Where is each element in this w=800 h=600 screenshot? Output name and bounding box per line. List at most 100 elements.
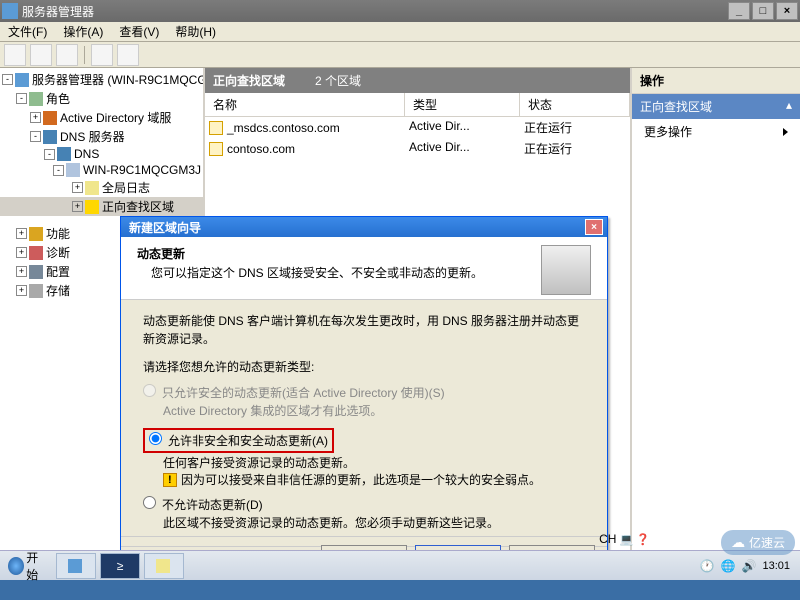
zone-icon: [209, 142, 223, 156]
toolbar-up-icon[interactable]: [56, 44, 78, 66]
dialog-titlebar: 新建区域向导 ×: [121, 217, 607, 237]
folder-icon: [85, 200, 99, 214]
option-secure-only: 只允许安全的动态更新(适合 Active Directory 使用)(S): [143, 384, 585, 401]
tree-dns[interactable]: -DNS: [0, 146, 203, 162]
dialog-subtitle: 动态更新: [137, 247, 185, 261]
list-item[interactable]: _msdcs.contoso.com Active Dir... 正在运行: [205, 117, 630, 138]
chevron-right-icon: [783, 128, 788, 136]
list-header: 正向查找区域 2 个区域: [205, 68, 630, 93]
toolbar-forward-icon[interactable]: [30, 44, 52, 66]
start-button[interactable]: 开始: [4, 553, 52, 579]
expand-icon[interactable]: +: [16, 228, 27, 239]
tree-root[interactable]: -服务器管理器 (WIN-R9C1MQCGM3: [0, 70, 203, 89]
dialog-body: 动态更新能使 DNS 客户端计算机在每次发生更改时，用 DNS 服务器注册并动态…: [121, 300, 607, 540]
tree-host[interactable]: -WIN-R9C1MQCGM3J: [0, 162, 203, 178]
toolbar-refresh-icon[interactable]: [91, 44, 113, 66]
col-type[interactable]: 类型: [405, 93, 520, 116]
menu-help[interactable]: 帮助(H): [167, 23, 224, 40]
windows-orb-icon: [8, 557, 24, 575]
dialog-subdesc: 您可以指定这个 DNS 区域接受安全、不安全或非动态的更新。: [137, 264, 541, 281]
server-manager-icon: [68, 559, 82, 573]
dns-icon: [57, 147, 71, 161]
expand-icon[interactable]: +: [16, 285, 27, 296]
expand-icon[interactable]: +: [16, 266, 27, 277]
tray-network-icon[interactable]: 🌐: [721, 559, 736, 573]
option-nonsecure-desc2: 因为可以接受来自非信任源的更新，此选项是一个较大的安全弱点。: [143, 472, 585, 489]
tray-icon[interactable]: 🕐: [700, 559, 715, 573]
watermark: ☁ 亿速云: [721, 530, 795, 555]
dialog-close-button[interactable]: ×: [585, 219, 603, 235]
option-no-dynamic: 不允许动态更新(D): [143, 496, 585, 513]
tree-dns-server[interactable]: -DNS 服务器: [0, 127, 203, 146]
server-image-icon: [541, 245, 591, 295]
dialog-intro: 动态更新能使 DNS 客户端计算机在每次发生更改时，用 DNS 服务器注册并动态…: [143, 312, 585, 348]
toolbar: [0, 42, 800, 68]
system-tray: 🕐 🌐 🔊 13:01: [700, 559, 796, 573]
actions-more[interactable]: 更多操作: [632, 119, 800, 144]
radio-secure-only: [143, 384, 156, 397]
zone-icon: [209, 121, 223, 135]
option-secure-desc: Active Directory 集成的区域才有此选项。: [143, 403, 585, 420]
expand-icon[interactable]: +: [16, 247, 27, 258]
radio-nonsecure[interactable]: [149, 432, 162, 445]
storage-icon: [29, 284, 43, 298]
toolbar-help-icon[interactable]: [117, 44, 139, 66]
col-status[interactable]: 状态: [520, 93, 630, 116]
tray-clock[interactable]: 13:01: [762, 560, 790, 572]
actions-panel: 操作 正向查找区域▴ 更多操作: [630, 68, 800, 580]
collapse-icon[interactable]: -: [16, 93, 27, 104]
chevron-up-icon[interactable]: ▴: [786, 98, 792, 115]
warning-icon: [163, 473, 177, 487]
diag-icon: [29, 246, 43, 260]
menubar: 文件(F) 操作(A) 查看(V) 帮助(H): [0, 22, 800, 42]
actions-header: 操作: [632, 68, 800, 94]
language-badge[interactable]: CH 💻 ❓: [599, 532, 650, 546]
tree-roles[interactable]: -角色: [0, 89, 203, 108]
list-item[interactable]: contoso.com Active Dir... 正在运行: [205, 138, 630, 159]
titlebar: 服务器管理器 _ □ ×: [0, 0, 800, 22]
option-nonsecure-desc1: 任何客户接受资源记录的动态更新。: [143, 455, 585, 472]
radio-no-dynamic[interactable]: [143, 496, 156, 509]
menu-view[interactable]: 查看(V): [111, 23, 167, 40]
collapse-icon[interactable]: -: [30, 131, 41, 142]
task-powershell[interactable]: ≥: [100, 553, 140, 579]
expand-icon[interactable]: +: [30, 112, 41, 123]
tree-ad[interactable]: +Active Directory 域服: [0, 108, 203, 127]
dialog-title: 新建区域向导: [125, 219, 585, 236]
collapse-icon[interactable]: -: [44, 149, 55, 160]
minimize-button[interactable]: _: [728, 2, 750, 20]
expand-icon[interactable]: +: [72, 182, 83, 193]
dialog-subheader: 动态更新 您可以指定这个 DNS 区域接受安全、不安全或非动态的更新。: [121, 237, 607, 300]
task-explorer[interactable]: [144, 553, 184, 579]
explorer-icon: [156, 559, 170, 573]
wizard-dialog: 新建区域向导 × 动态更新 您可以指定这个 DNS 区域接受安全、不安全或非动态…: [120, 216, 608, 576]
list-count: 2 个区域: [315, 72, 361, 89]
collapse-icon[interactable]: -: [2, 74, 13, 85]
menu-file[interactable]: 文件(F): [0, 23, 55, 40]
maximize-button[interactable]: □: [752, 2, 774, 20]
list-title: 正向查找区域: [213, 72, 285, 89]
col-name[interactable]: 名称: [205, 93, 405, 116]
window-title: 服务器管理器: [22, 3, 726, 20]
roles-icon: [29, 92, 43, 106]
actions-section: 正向查找区域▴: [632, 94, 800, 119]
server-icon: [15, 73, 29, 87]
app-icon: [2, 3, 18, 19]
ad-icon: [43, 111, 57, 125]
tree-forward-zone[interactable]: +正向查找区域: [0, 197, 203, 216]
config-icon: [29, 265, 43, 279]
features-icon: [29, 227, 43, 241]
dns-icon: [43, 130, 57, 144]
dialog-prompt: 请选择您想允许的动态更新类型:: [143, 358, 585, 376]
close-button[interactable]: ×: [776, 2, 798, 20]
collapse-icon[interactable]: -: [53, 165, 64, 176]
tree-global-log[interactable]: +全局日志: [0, 178, 203, 197]
computer-icon: [66, 163, 80, 177]
toolbar-back-icon[interactable]: [4, 44, 26, 66]
expand-icon[interactable]: +: [72, 201, 83, 212]
menu-action[interactable]: 操作(A): [55, 23, 111, 40]
column-headers: 名称 类型 状态: [205, 93, 630, 117]
tray-volume-icon[interactable]: 🔊: [742, 559, 757, 573]
option-nonsecure: 允许非安全和安全动态更新(A): [143, 428, 585, 453]
task-server-manager[interactable]: [56, 553, 96, 579]
